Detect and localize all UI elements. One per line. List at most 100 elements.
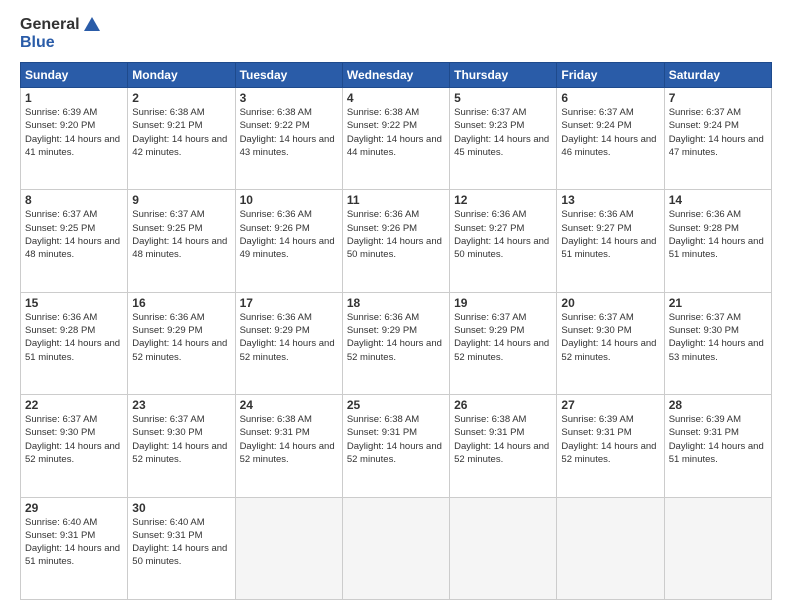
calendar-cell: 25 Sunrise: 6:38 AM Sunset: 9:31 PM Dayl… (342, 395, 449, 497)
day-number: 7 (669, 91, 767, 105)
day-info: Sunrise: 6:40 AM Sunset: 9:31 PM Dayligh… (25, 516, 123, 569)
day-info: Sunrise: 6:36 AM Sunset: 9:26 PM Dayligh… (240, 208, 338, 261)
day-number: 18 (347, 296, 445, 310)
calendar-cell: 1 Sunrise: 6:39 AM Sunset: 9:20 PM Dayli… (21, 88, 128, 190)
daylight-label: Daylight: 14 hours and 43 minutes. (240, 134, 335, 158)
sunset-label: Sunset: 9:31 PM (132, 530, 202, 541)
sunset-label: Sunset: 9:29 PM (454, 325, 524, 336)
daylight-label: Daylight: 14 hours and 49 minutes. (240, 236, 335, 260)
sunset-label: Sunset: 9:26 PM (347, 223, 417, 234)
day-number: 17 (240, 296, 338, 310)
calendar-cell: 15 Sunrise: 6:36 AM Sunset: 9:28 PM Dayl… (21, 292, 128, 394)
sunset-label: Sunset: 9:24 PM (561, 120, 631, 131)
calendar-cell: 6 Sunrise: 6:37 AM Sunset: 9:24 PM Dayli… (557, 88, 664, 190)
calendar-day-header: Sunday (21, 63, 128, 88)
sunrise-label: Sunrise: 6:39 AM (669, 414, 741, 425)
day-info: Sunrise: 6:38 AM Sunset: 9:22 PM Dayligh… (240, 106, 338, 159)
calendar-cell: 9 Sunrise: 6:37 AM Sunset: 9:25 PM Dayli… (128, 190, 235, 292)
day-number: 19 (454, 296, 552, 310)
daylight-label: Daylight: 14 hours and 52 minutes. (561, 338, 656, 362)
daylight-label: Daylight: 14 hours and 51 minutes. (25, 338, 120, 362)
calendar-cell: 30 Sunrise: 6:40 AM Sunset: 9:31 PM Dayl… (128, 497, 235, 599)
day-info: Sunrise: 6:38 AM Sunset: 9:31 PM Dayligh… (454, 413, 552, 466)
daylight-label: Daylight: 14 hours and 52 minutes. (240, 441, 335, 465)
sunset-label: Sunset: 9:25 PM (132, 223, 202, 234)
daylight-label: Daylight: 14 hours and 44 minutes. (347, 134, 442, 158)
daylight-label: Daylight: 14 hours and 52 minutes. (132, 338, 227, 362)
sunset-label: Sunset: 9:28 PM (669, 223, 739, 234)
day-number: 16 (132, 296, 230, 310)
daylight-label: Daylight: 14 hours and 52 minutes. (454, 441, 549, 465)
day-info: Sunrise: 6:37 AM Sunset: 9:25 PM Dayligh… (132, 208, 230, 261)
calendar-day-header: Saturday (664, 63, 771, 88)
calendar-cell (557, 497, 664, 599)
day-info: Sunrise: 6:36 AM Sunset: 9:28 PM Dayligh… (25, 311, 123, 364)
sunset-label: Sunset: 9:22 PM (240, 120, 310, 131)
calendar-cell: 28 Sunrise: 6:39 AM Sunset: 9:31 PM Dayl… (664, 395, 771, 497)
sunrise-label: Sunrise: 6:40 AM (132, 517, 204, 528)
day-info: Sunrise: 6:39 AM Sunset: 9:31 PM Dayligh… (669, 413, 767, 466)
sunrise-label: Sunrise: 6:37 AM (561, 312, 633, 323)
sunrise-label: Sunrise: 6:40 AM (25, 517, 97, 528)
day-number: 9 (132, 193, 230, 207)
day-info: Sunrise: 6:36 AM Sunset: 9:29 PM Dayligh… (347, 311, 445, 364)
daylight-label: Daylight: 14 hours and 47 minutes. (669, 134, 764, 158)
daylight-label: Daylight: 14 hours and 53 minutes. (669, 338, 764, 362)
sunrise-label: Sunrise: 6:37 AM (669, 312, 741, 323)
calendar-week-row: 29 Sunrise: 6:40 AM Sunset: 9:31 PM Dayl… (21, 497, 772, 599)
calendar-cell: 5 Sunrise: 6:37 AM Sunset: 9:23 PM Dayli… (450, 88, 557, 190)
daylight-label: Daylight: 14 hours and 51 minutes. (669, 236, 764, 260)
day-number: 6 (561, 91, 659, 105)
sunrise-label: Sunrise: 6:36 AM (240, 312, 312, 323)
day-info: Sunrise: 6:39 AM Sunset: 9:31 PM Dayligh… (561, 413, 659, 466)
calendar-cell (235, 497, 342, 599)
sunset-label: Sunset: 9:20 PM (25, 120, 95, 131)
calendar-cell: 27 Sunrise: 6:39 AM Sunset: 9:31 PM Dayl… (557, 395, 664, 497)
sunset-label: Sunset: 9:27 PM (561, 223, 631, 234)
daylight-label: Daylight: 14 hours and 52 minutes. (454, 338, 549, 362)
calendar-cell: 22 Sunrise: 6:37 AM Sunset: 9:30 PM Dayl… (21, 395, 128, 497)
sunset-label: Sunset: 9:22 PM (347, 120, 417, 131)
day-number: 24 (240, 398, 338, 412)
day-number: 15 (25, 296, 123, 310)
header: General Blue (20, 16, 772, 52)
logo: General Blue (20, 16, 100, 52)
daylight-label: Daylight: 14 hours and 51 minutes. (25, 543, 120, 567)
daylight-label: Daylight: 14 hours and 52 minutes. (347, 338, 442, 362)
sunset-label: Sunset: 9:21 PM (132, 120, 202, 131)
calendar-table: SundayMondayTuesdayWednesdayThursdayFrid… (20, 62, 772, 600)
calendar-day-header: Friday (557, 63, 664, 88)
calendar-cell: 10 Sunrise: 6:36 AM Sunset: 9:26 PM Dayl… (235, 190, 342, 292)
calendar-day-header: Tuesday (235, 63, 342, 88)
daylight-label: Daylight: 14 hours and 48 minutes. (25, 236, 120, 260)
calendar-cell: 14 Sunrise: 6:36 AM Sunset: 9:28 PM Dayl… (664, 190, 771, 292)
daylight-label: Daylight: 14 hours and 51 minutes. (561, 236, 656, 260)
day-info: Sunrise: 6:38 AM Sunset: 9:22 PM Dayligh… (347, 106, 445, 159)
day-number: 11 (347, 193, 445, 207)
calendar-cell: 3 Sunrise: 6:38 AM Sunset: 9:22 PM Dayli… (235, 88, 342, 190)
sunset-label: Sunset: 9:31 PM (240, 427, 310, 438)
day-number: 25 (347, 398, 445, 412)
day-number: 13 (561, 193, 659, 207)
calendar-cell: 19 Sunrise: 6:37 AM Sunset: 9:29 PM Dayl… (450, 292, 557, 394)
day-number: 8 (25, 193, 123, 207)
day-info: Sunrise: 6:36 AM Sunset: 9:27 PM Dayligh… (561, 208, 659, 261)
sunset-label: Sunset: 9:30 PM (25, 427, 95, 438)
sunrise-label: Sunrise: 6:38 AM (240, 414, 312, 425)
calendar-week-row: 15 Sunrise: 6:36 AM Sunset: 9:28 PM Dayl… (21, 292, 772, 394)
sunset-label: Sunset: 9:25 PM (25, 223, 95, 234)
calendar-cell: 13 Sunrise: 6:36 AM Sunset: 9:27 PM Dayl… (557, 190, 664, 292)
day-number: 12 (454, 193, 552, 207)
daylight-label: Daylight: 14 hours and 52 minutes. (132, 441, 227, 465)
sunset-label: Sunset: 9:31 PM (561, 427, 631, 438)
calendar-cell: 11 Sunrise: 6:36 AM Sunset: 9:26 PM Dayl… (342, 190, 449, 292)
sunrise-label: Sunrise: 6:36 AM (25, 312, 97, 323)
calendar-cell (450, 497, 557, 599)
sunrise-label: Sunrise: 6:36 AM (454, 209, 526, 220)
day-info: Sunrise: 6:37 AM Sunset: 9:23 PM Dayligh… (454, 106, 552, 159)
sunrise-label: Sunrise: 6:36 AM (347, 312, 419, 323)
calendar-cell: 20 Sunrise: 6:37 AM Sunset: 9:30 PM Dayl… (557, 292, 664, 394)
sunset-label: Sunset: 9:30 PM (669, 325, 739, 336)
day-info: Sunrise: 6:37 AM Sunset: 9:25 PM Dayligh… (25, 208, 123, 261)
daylight-label: Daylight: 14 hours and 45 minutes. (454, 134, 549, 158)
